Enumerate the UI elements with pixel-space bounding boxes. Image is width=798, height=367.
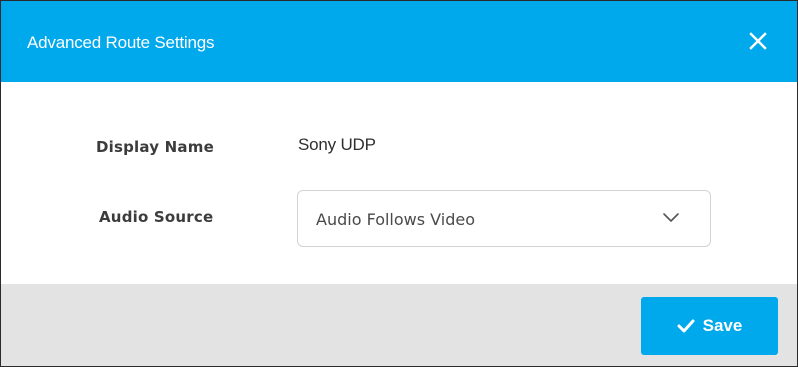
dialog-title: Advanced Route Settings	[27, 33, 215, 52]
save-button-label: Save	[702, 316, 743, 335]
dialog-header: Advanced Route Settings	[1, 1, 797, 82]
audio-source-label: Audio Source	[99, 208, 214, 226]
audio-source-select[interactable]: Audio Follows Video	[297, 190, 711, 247]
dialog-footer: Save	[1, 284, 797, 366]
advanced-route-settings-dialog: Advanced Route Settings Display Name Son…	[0, 0, 798, 367]
save-button[interactable]: Save	[641, 297, 778, 355]
dialog-body: Display Name Sony UDP Audio Source Audio…	[1, 82, 797, 284]
display-name-value: Sony UDP	[298, 135, 376, 154]
checkmark-icon	[677, 319, 695, 333]
close-icon	[749, 32, 767, 50]
chevron-down-icon	[663, 213, 679, 222]
audio-source-selected-value: Audio Follows Video	[316, 210, 475, 229]
display-name-label: Display Name	[96, 138, 214, 156]
close-button[interactable]	[743, 26, 773, 56]
